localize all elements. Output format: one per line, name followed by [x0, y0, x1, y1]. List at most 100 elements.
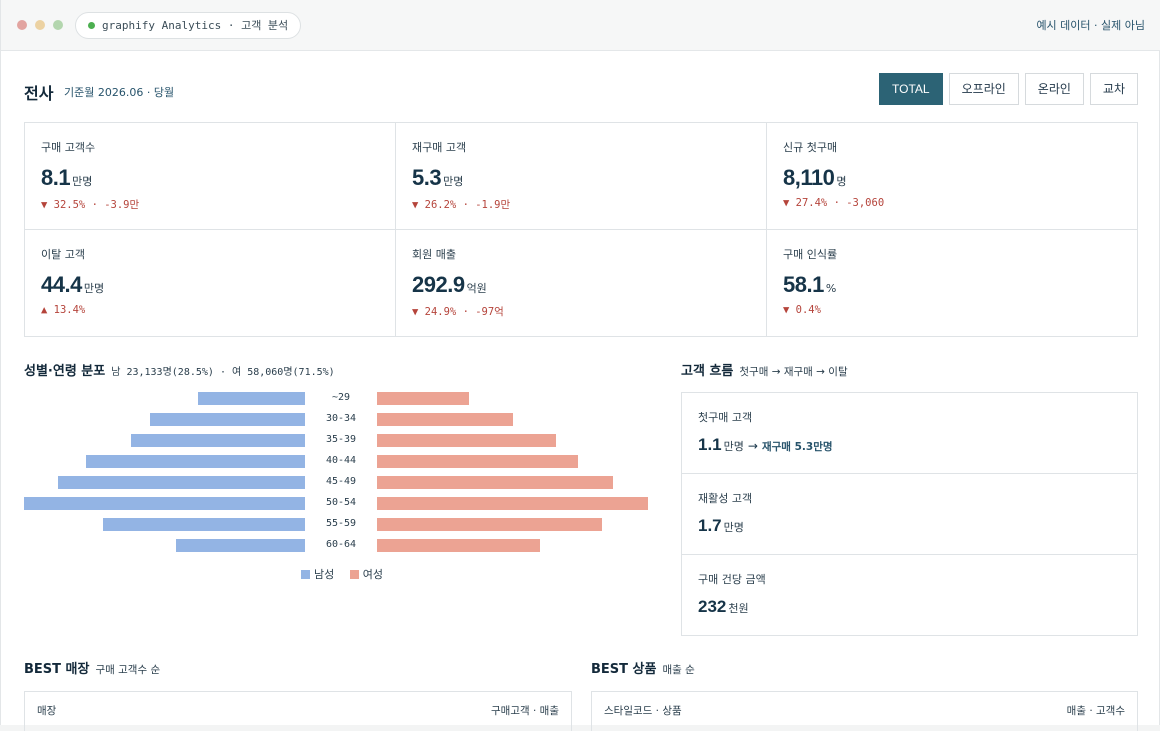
- close-window-button[interactable]: [17, 20, 27, 30]
- flow-value: 1.1 만명 → 재구매 5.3만명: [698, 435, 1121, 455]
- age-label-50-54: 50-54: [325, 497, 357, 508]
- legend-swatch-female: [349, 570, 359, 579]
- kpi-unit: 만명: [443, 175, 464, 188]
- flow-extra: 재구매 5.3만명: [761, 441, 833, 453]
- kpi-label: 이탈 고객: [41, 248, 85, 261]
- pyramid-title: 성별·연령 분포: [24, 364, 106, 379]
- kpi-label: 구매 인식률: [783, 248, 838, 261]
- age-label-45-49: 45-49: [325, 476, 357, 487]
- bar-male-40-44: [86, 455, 305, 468]
- age-label-30-34: 30-34: [325, 413, 357, 424]
- kpi-number: 8,110: [783, 165, 835, 190]
- app-window: graphify Analytics · 고객 분석 예시 데이터 · 실제 아…: [0, 0, 1160, 731]
- bar-female-~29: [377, 392, 469, 405]
- flow-number: 1.7: [698, 516, 722, 535]
- column-header-sales-customers[interactable]: 매출 · 고객수: [1067, 703, 1125, 718]
- legend-swatch-male: [301, 570, 310, 579]
- kpi-number: 44.4: [41, 272, 82, 297]
- kpi-unit: 만명: [72, 175, 93, 188]
- kpi-card: 재구매 고객 5.3 만명 ▼ 26.2% · -1.9만: [396, 123, 767, 230]
- bar-male-~29: [198, 392, 305, 405]
- flow-subtitle: 첫구매 → 재구매 → 이탈: [739, 366, 848, 378]
- legend-label-female: 여성: [362, 568, 383, 581]
- page-title: 전사: [24, 84, 54, 103]
- bar-male-45-49: [58, 476, 305, 489]
- kpi-value: 44.4 만명: [41, 272, 379, 298]
- age-label-40-44: 40-44: [325, 455, 357, 466]
- kpi-number: 5.3: [412, 165, 442, 190]
- best-stores-subtitle: 구매 고객수 순: [95, 664, 161, 676]
- segment-offline-button[interactable]: 오프라인: [948, 73, 1019, 105]
- flow-header: 고객 흐름 첫구매 → 재구매 → 이탈: [681, 360, 848, 379]
- flow-unit: 만명: [723, 440, 744, 453]
- kpi-delta: ▼ 0.4%: [783, 304, 821, 316]
- best-stores-title: BEST 매장: [24, 662, 90, 677]
- kpi-delta: ▼ 32.5% · -3.9만: [41, 199, 140, 211]
- flow-number: 1.1: [698, 435, 722, 454]
- best-stores-header: BEST 매장 구매 고객수 순: [24, 658, 160, 677]
- pyramid-header: 성별·연령 분포 남 23,133명(28.5%) · 여 58,060명(71.…: [24, 360, 335, 379]
- bar-female-40-44: [377, 455, 578, 468]
- legend-label-male: 남성: [314, 568, 335, 581]
- best-products-title: BEST 상품: [591, 662, 657, 677]
- column-header-store[interactable]: 매장: [37, 703, 56, 718]
- kpi-delta: ▼ 26.2% · -1.9만: [412, 199, 511, 211]
- sample-data-note: 예시 데이터 · 실제 아님: [1036, 19, 1145, 32]
- kpi-delta: ▲ 13.4%: [41, 304, 86, 316]
- flow-label: 첫구매 고객: [698, 411, 753, 424]
- age-label-55-59: 55-59: [325, 518, 357, 529]
- age-label-35-39: 35-39: [325, 434, 357, 445]
- flow-title: 고객 흐름: [681, 364, 734, 379]
- kpi-label: 신규 첫구매: [783, 141, 838, 154]
- segment-total-button[interactable]: TOTAL: [879, 73, 943, 105]
- flow-label: 재활성 고객: [698, 492, 753, 505]
- bar-male-35-39: [131, 434, 305, 447]
- flow-label: 구매 건당 금액: [698, 573, 766, 586]
- minimize-window-button[interactable]: [35, 20, 45, 30]
- kpi-delta: ▼ 27.4% · -3,060: [783, 197, 885, 209]
- kpi-unit: 명: [836, 175, 847, 188]
- app-title-pill: graphify Analytics · 고객 분석: [75, 12, 302, 39]
- kpi-card: 신규 첫구매 8,110 명 ▼ 27.4% · -3,060: [767, 123, 1137, 230]
- bar-female-50-54: [377, 497, 648, 510]
- maximize-window-button[interactable]: [53, 20, 63, 30]
- kpi-unit: 만명: [83, 282, 105, 295]
- flow-value: 232 천원: [698, 597, 1121, 617]
- app-title: graphify Analytics · 고객 분석: [102, 19, 289, 32]
- bar-female-30-34: [377, 413, 513, 426]
- kpi-label: 재구매 고객: [412, 141, 467, 154]
- bar-male-55-59: [103, 518, 305, 531]
- flow-value: 1.7 만명: [698, 516, 1121, 536]
- best-stores-table: 매장 구매고객 · 매출: [24, 691, 572, 731]
- bar-male-50-54: [24, 497, 305, 510]
- segment-online-button[interactable]: 온라인: [1024, 73, 1084, 105]
- kpi-number: 8.1: [41, 165, 71, 190]
- best-products-subtitle: 매출 순: [662, 664, 695, 676]
- segment-cross-button[interactable]: 교차: [1089, 73, 1138, 105]
- flow-unit: 천원: [728, 602, 749, 615]
- kpi-card: 구매 고객수 8.1 만명 ▼ 32.5% · -3.9만: [25, 123, 396, 230]
- pyramid-summary: 남 23,133명(28.5%) · 여 58,060명(71.5%): [111, 367, 335, 378]
- bar-male-60-64: [176, 539, 305, 552]
- legend-item-male: 남성: [301, 568, 334, 581]
- kpi-delta: ▼ 24.9% · -97억: [412, 306, 504, 318]
- channel-segment-control: TOTAL 오프라인 온라인 교차: [879, 73, 1138, 105]
- age-label-60-64: 60-64: [325, 539, 357, 550]
- column-header-customers-sales[interactable]: 구매고객 · 매출: [491, 703, 559, 718]
- column-header-style-product[interactable]: 스타일코드 · 상품: [604, 703, 682, 718]
- kpi-unit: 억원: [466, 282, 487, 295]
- title-bar: graphify Analytics · 고객 분석 예시 데이터 · 실제 아…: [1, 0, 1160, 51]
- best-products-header: BEST 상품 매출 순: [591, 658, 695, 677]
- flow-unit: 만명: [723, 521, 744, 534]
- age-label-~29: ~29: [331, 392, 351, 403]
- bar-female-55-59: [377, 518, 602, 531]
- kpi-value: 8.1 만명: [41, 165, 379, 191]
- legend-item-female: 여성: [349, 568, 383, 581]
- best-products-table: 스타일코드 · 상품 매출 · 고객수: [591, 691, 1138, 731]
- bar-female-60-64: [377, 539, 540, 552]
- kpi-number: 292.9: [412, 272, 465, 297]
- flow-number: 232: [698, 597, 727, 616]
- flow-item: 구매 건당 금액 232 천원: [682, 555, 1137, 636]
- page-header: 전사 기준월 2026.06 · 당월 TOTAL 오프라인 온라인 교차: [24, 73, 1138, 106]
- kpi-card: 구매 인식률 58.1% ▼ 0.4%: [767, 230, 1137, 336]
